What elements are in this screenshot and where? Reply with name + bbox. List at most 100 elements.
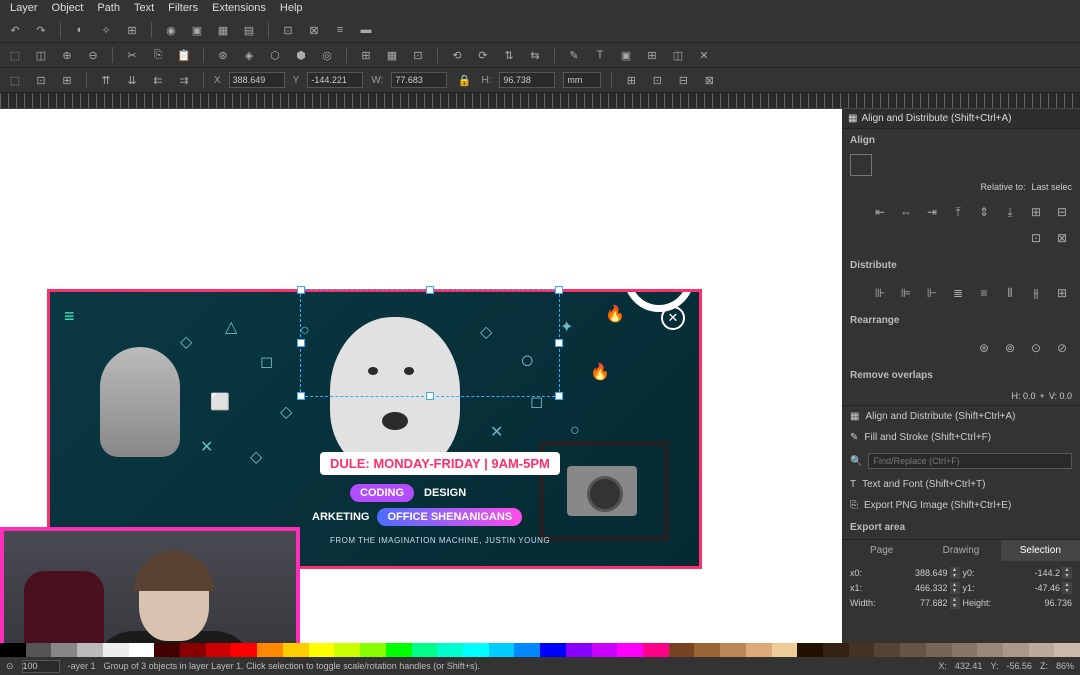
swatch[interactable] bbox=[129, 643, 155, 657]
swatch[interactable] bbox=[540, 643, 566, 657]
swatch[interactable] bbox=[900, 643, 926, 657]
tool-icon[interactable]: ✕ bbox=[695, 46, 713, 64]
tool-icon[interactable]: ⇆ bbox=[526, 46, 544, 64]
tab-selection[interactable]: Selection bbox=[1001, 540, 1080, 561]
tool-icon[interactable]: ⊡ bbox=[279, 21, 297, 39]
tool-icon[interactable]: ▣ bbox=[188, 21, 206, 39]
swatch[interactable] bbox=[874, 643, 900, 657]
panel-fill-stroke[interactable]: ✎Fill and Stroke (Shift+Ctrl+F) bbox=[842, 427, 1080, 448]
tool-icon[interactable]: ⊞ bbox=[123, 21, 141, 39]
tool-icon[interactable]: ⊠ bbox=[305, 21, 323, 39]
align-left-icon[interactable]: ⇤ bbox=[870, 202, 890, 222]
swatch[interactable] bbox=[592, 643, 618, 657]
swatch[interactable] bbox=[412, 643, 438, 657]
swatch[interactable] bbox=[180, 643, 206, 657]
tool-icon[interactable]: ◉ bbox=[162, 21, 180, 39]
swatch[interactable] bbox=[437, 643, 463, 657]
swatch[interactable] bbox=[0, 643, 26, 657]
tool-icon[interactable]: ↶ bbox=[6, 21, 24, 39]
align-icon[interactable]: ⊠ bbox=[1052, 228, 1072, 248]
swatch[interactable] bbox=[1054, 643, 1080, 657]
distribute-icon[interactable]: ⊫ bbox=[896, 283, 916, 303]
tool-icon[interactable]: ◫ bbox=[32, 46, 50, 64]
rearrange-icon[interactable]: ⊚ bbox=[1000, 338, 1020, 358]
y1-value[interactable]: -47.46 bbox=[1034, 583, 1060, 593]
h-input[interactable] bbox=[499, 72, 555, 88]
tool-icon[interactable]: ⎘ bbox=[149, 46, 167, 64]
panel-align[interactable]: ▦Align and Distribute (Shift+Ctrl+A) bbox=[842, 406, 1080, 427]
tool-icon[interactable]: ◎ bbox=[318, 46, 336, 64]
distribute-icon[interactable]: ≣ bbox=[948, 283, 968, 303]
tool-icon[interactable]: ⬚ bbox=[6, 71, 24, 89]
tool-icon[interactable]: ⇈ bbox=[97, 71, 115, 89]
swatch[interactable] bbox=[103, 643, 129, 657]
swatch[interactable] bbox=[566, 643, 592, 657]
swatch[interactable] bbox=[797, 643, 823, 657]
swatch[interactable] bbox=[643, 643, 669, 657]
height-value[interactable]: 96.736 bbox=[1044, 598, 1072, 608]
relative-select[interactable]: Last selec bbox=[1031, 182, 1072, 192]
tab-page[interactable]: Page bbox=[842, 540, 921, 561]
tool-icon[interactable]: ⇅ bbox=[500, 46, 518, 64]
tool-icon[interactable]: ≡ bbox=[331, 21, 349, 39]
tool-icon[interactable]: ⊡ bbox=[32, 71, 50, 89]
tab-drawing[interactable]: Drawing bbox=[921, 540, 1000, 561]
panel-export[interactable]: ⎘Export PNG Image (Shift+Ctrl+E) bbox=[842, 495, 1080, 516]
tool-icon[interactable]: ◫ bbox=[669, 46, 687, 64]
tool-icon[interactable]: ⊠ bbox=[700, 71, 718, 89]
align-top-icon[interactable]: ⤒ bbox=[948, 202, 968, 222]
tool-icon[interactable]: ⬢ bbox=[292, 46, 310, 64]
swatch[interactable] bbox=[1029, 643, 1055, 657]
swatch[interactable] bbox=[360, 643, 386, 657]
swatch[interactable] bbox=[746, 643, 772, 657]
lock-icon[interactable]: ⊙ bbox=[6, 661, 14, 672]
swatch[interactable] bbox=[617, 643, 643, 657]
distribute-icon[interactable]: ⫵ bbox=[1026, 283, 1046, 303]
tool-icon[interactable]: ✎ bbox=[565, 46, 583, 64]
swatch[interactable] bbox=[77, 643, 103, 657]
canvas[interactable]: ≡ ✕ ◇△ ◻○ ⬜◇ ◇○ ✦🔥 ◻○ ✕🔥 ✕◇ DULE: MONDAY… bbox=[0, 109, 842, 654]
align-icon[interactable]: ⊟ bbox=[1052, 202, 1072, 222]
tool-icon[interactable]: ▬ bbox=[357, 21, 375, 39]
tool-icon[interactable]: ⊞ bbox=[357, 46, 375, 64]
swatch[interactable] bbox=[952, 643, 978, 657]
swatch[interactable] bbox=[257, 643, 283, 657]
align-bottom-icon[interactable]: ⤓ bbox=[1000, 202, 1020, 222]
find-input[interactable] bbox=[868, 453, 1072, 469]
swatch[interactable] bbox=[1003, 643, 1029, 657]
tool-icon[interactable]: ⬚ bbox=[6, 46, 24, 64]
rearrange-icon[interactable]: ⊛ bbox=[974, 338, 994, 358]
distribute-icon[interactable]: ⫴ bbox=[1000, 283, 1020, 303]
menu-text[interactable]: Text bbox=[134, 2, 154, 16]
tool-icon[interactable]: ⊡ bbox=[648, 71, 666, 89]
distribute-icon[interactable]: ≡ bbox=[974, 283, 994, 303]
tool-icon[interactable]: ▣ bbox=[617, 46, 635, 64]
x-input[interactable] bbox=[229, 72, 285, 88]
distribute-icon[interactable]: ⊞ bbox=[1052, 283, 1072, 303]
align-center-h-icon[interactable]: ⇔ bbox=[896, 202, 916, 222]
rearrange-icon[interactable]: ⊘ bbox=[1052, 338, 1072, 358]
swatch[interactable] bbox=[283, 643, 309, 657]
swatch[interactable] bbox=[489, 643, 515, 657]
tool-icon[interactable]: ✧ bbox=[97, 21, 115, 39]
swatch[interactable] bbox=[309, 643, 335, 657]
tool-icon[interactable]: ▦ bbox=[214, 21, 232, 39]
tool-icon[interactable]: 📋 bbox=[175, 46, 193, 64]
menu-filters[interactable]: Filters bbox=[168, 2, 198, 16]
align-icon[interactable]: ⊞ bbox=[1026, 202, 1046, 222]
swatch[interactable] bbox=[386, 643, 412, 657]
panel-find[interactable]: 🔍 bbox=[842, 448, 1080, 474]
tool-icon[interactable]: ⟳ bbox=[474, 46, 492, 64]
tool-icon[interactable]: ⊞ bbox=[622, 71, 640, 89]
y-input[interactable] bbox=[307, 72, 363, 88]
distribute-icon[interactable]: ⊩ bbox=[922, 283, 942, 303]
swatch[interactable] bbox=[51, 643, 77, 657]
swatch[interactable] bbox=[231, 643, 257, 657]
swatch[interactable] bbox=[26, 643, 52, 657]
tool-icon[interactable]: ⊖ bbox=[84, 46, 102, 64]
menu-help[interactable]: Help bbox=[280, 2, 303, 16]
swatch[interactable] bbox=[720, 643, 746, 657]
swatch[interactable] bbox=[514, 643, 540, 657]
w-input[interactable] bbox=[391, 72, 447, 88]
tool-icon[interactable]: ⊞ bbox=[643, 46, 661, 64]
